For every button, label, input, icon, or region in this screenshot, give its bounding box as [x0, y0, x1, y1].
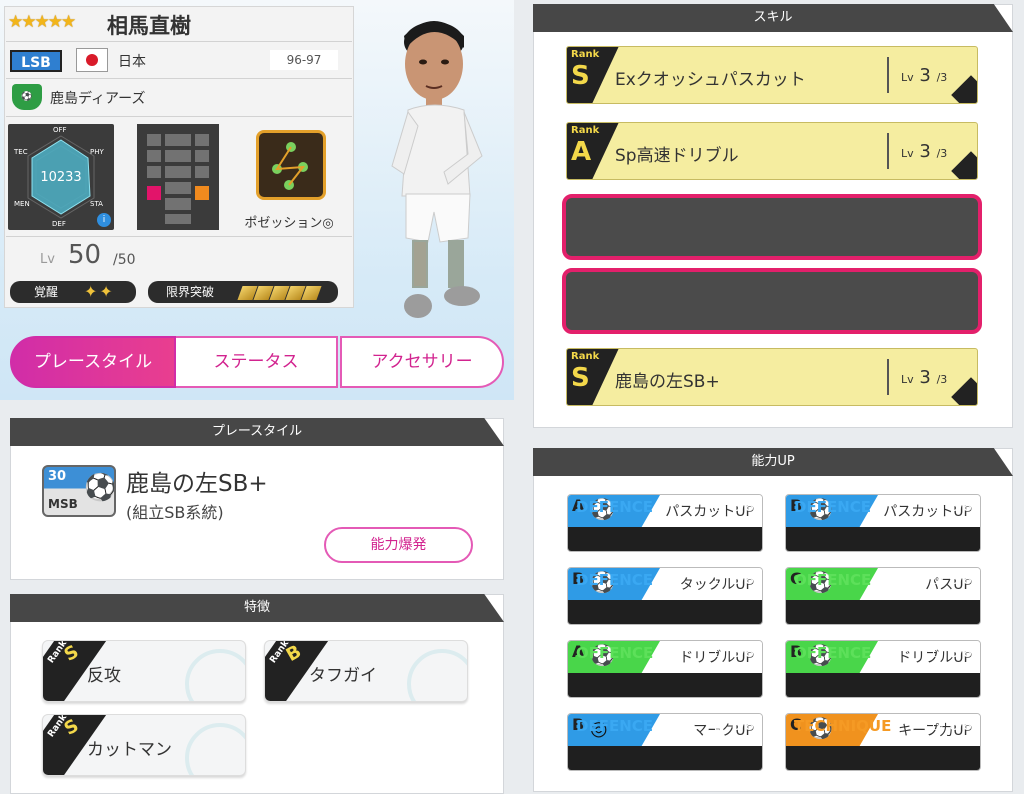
awakening-label: 覚醒 — [34, 285, 59, 299]
ability-category: DEFENCE — [576, 498, 653, 516]
radar-label-off: OFF — [53, 126, 67, 134]
traits-panel-title: 特徴 — [10, 594, 504, 622]
skill-rank: A — [571, 137, 592, 167]
skill-name: 鹿島の左SB+ — [615, 372, 720, 392]
skill-card[interactable]: Rank S Exクオッシュパスカット Lv 3 /3 — [566, 46, 978, 104]
skills-panel-title: スキル — [533, 4, 1013, 32]
awakening-status: 覚醒 ✦✦ — [10, 281, 136, 303]
trait-label: 反攻 — [87, 666, 121, 686]
trait-label: タフガイ — [309, 666, 377, 686]
divider — [6, 78, 352, 79]
rank-word: Rank — [571, 125, 600, 136]
ability-level: Lv 8/8 — [931, 572, 972, 588]
limit-break-bars — [237, 285, 322, 307]
ability-up-panel-title: 能力UP — [533, 448, 1013, 476]
divider — [6, 236, 352, 237]
ability-category: DEFENCE — [576, 571, 653, 589]
ability-category: DEFENCE — [576, 717, 653, 735]
ability-card[interactable]: A ⚽ パスカットUP DEFENCE Lv 8/8 — [567, 494, 763, 552]
season-label: 96-97 — [270, 50, 338, 70]
divider — [6, 41, 352, 42]
ability-level: Lv 8/8 — [931, 718, 972, 734]
japan-flag-icon — [76, 48, 108, 72]
rarity-stars: ★★★★★ — [8, 12, 76, 32]
player-name: 相馬直樹 — [107, 14, 191, 38]
club-emblem-icon: ⚽ — [12, 84, 42, 110]
ability-category: TECHNIQUE — [794, 717, 892, 735]
position-badge: LSB — [10, 50, 62, 72]
radar-label-phy: PHY — [90, 148, 104, 156]
play-position-label: ポゼッション◎ — [244, 216, 334, 231]
playstyle-badge-number: 30 — [48, 469, 67, 484]
radar-label-tec: TEC — [14, 148, 28, 156]
tab-status[interactable]: ステータス — [176, 336, 338, 388]
ability-level: Lv 8/8 — [713, 645, 754, 661]
ability-level: Lv 8/8 — [713, 499, 754, 515]
ability-level: Lv 8/8 — [713, 572, 754, 588]
playstyle-name: 鹿島の左SB+ — [126, 471, 268, 497]
play-position: ポゼッション◎ — [230, 124, 348, 234]
skill-name: Exクオッシュパスカット — [615, 70, 806, 90]
country-label: 日本 — [118, 54, 146, 70]
ability-category: OFFENCE — [794, 644, 872, 662]
level-value: 50 — [68, 240, 102, 270]
rank-word: Rank — [571, 49, 600, 60]
radar-label-def: DEF — [52, 220, 66, 228]
ability-category: OFFENCE — [794, 571, 872, 589]
ball-watermark-icon — [185, 723, 245, 775]
playstyle-badge: 30 MSB ⚽ — [42, 465, 116, 517]
ability-card[interactable]: B ⚽ タックルUP DEFENCE Lv 8/8 — [567, 567, 763, 625]
ability-card[interactable]: B ⚽ パスカットUP DEFENCE Lv 8/8 — [785, 494, 981, 552]
player-kick-icon: ⚽ — [84, 473, 117, 503]
info-icon[interactable]: i — [97, 213, 111, 227]
ability-card[interactable]: B ⚽ ドリブルUP OFFENCE Lv 8/8 — [785, 640, 981, 698]
empty-skill-slot[interactable] — [562, 268, 982, 334]
playstyle-lineage: (組立SB系統) — [126, 503, 224, 522]
skill-name: Sp高速ドリブル — [615, 146, 739, 166]
tab-playstyle[interactable]: プレースタイル — [10, 336, 176, 388]
level-label: Lv — [40, 252, 55, 267]
rank-word: Rank — [571, 351, 600, 362]
awakening-diamond-icon: ✦✦ — [84, 282, 115, 301]
ability-category: OFFENCE — [576, 644, 654, 662]
ability-card[interactable]: C ⚽ キープ力UP TECHNIQUE Lv 8/8 — [785, 713, 981, 771]
trait-card[interactable]: Rank B タフガイ — [264, 640, 468, 702]
possession-icon — [256, 130, 326, 200]
ability-card[interactable]: C ⚽ パスUP OFFENCE Lv 8/8 — [785, 567, 981, 625]
skill-card[interactable]: Rank S 鹿島の左SB+ Lv 3 /3 — [566, 348, 978, 406]
ability-category: DEFENCE — [794, 498, 871, 516]
skill-rank: S — [571, 363, 590, 393]
skill-level: Lv 3 /3 — [901, 367, 948, 388]
ability-card[interactable]: A ⚽ ドリブルUP OFFENCE Lv 8/8 — [567, 640, 763, 698]
ability-level: Lv 8/8 — [713, 718, 754, 734]
ability-card[interactable]: B ◎ マークUP DEFENCE Lv 8/8 — [567, 713, 763, 771]
trait-label: カットマン — [87, 740, 172, 760]
trait-card[interactable]: Rank S 反攻 — [42, 640, 246, 702]
radar-label-sta: STA — [90, 200, 103, 208]
ball-watermark-icon — [407, 649, 467, 701]
ball-watermark-icon — [185, 649, 245, 701]
trait-card[interactable]: Rank S カットマン — [42, 714, 246, 776]
limit-break-status: 限界突破 — [148, 281, 338, 303]
ability-burst-button[interactable]: 能力爆発 — [324, 527, 473, 563]
playstyle-badge-code: MSB — [48, 497, 78, 511]
stat-radar[interactable]: OFF PHY TEC MEN DEF STA 10233 i — [8, 124, 114, 230]
divider — [6, 116, 352, 117]
tab-accessory[interactable]: アクセサリー — [340, 336, 504, 388]
level-max: /50 — [113, 252, 136, 268]
club-name: 鹿島ディアーズ — [50, 91, 146, 107]
empty-skill-slot[interactable] — [562, 194, 982, 260]
playstyle-panel-title: プレースタイル — [10, 418, 504, 446]
limit-break-label: 限界突破 — [166, 285, 215, 299]
position-map — [137, 124, 219, 230]
skill-level: Lv 3 /3 — [901, 65, 948, 86]
skill-rank: S — [571, 61, 590, 91]
player-avatar — [378, 6, 496, 328]
ability-level: Lv 8/8 — [931, 499, 972, 515]
skill-card[interactable]: Rank A Sp高速ドリブル Lv 3 /3 — [566, 122, 978, 180]
radar-label-men: MEN — [14, 200, 30, 208]
overall-value: 10233 — [40, 170, 82, 185]
ability-level: Lv 8/8 — [931, 645, 972, 661]
skill-level: Lv 3 /3 — [901, 141, 948, 162]
